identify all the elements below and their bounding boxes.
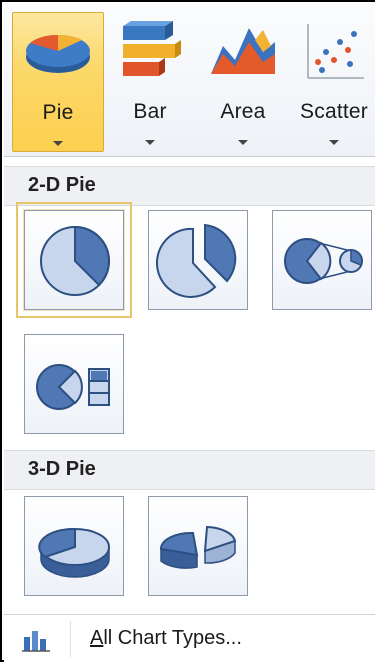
chart-option-pie[interactable] — [16, 202, 132, 318]
chevron-down-icon — [145, 140, 155, 145]
exploded-3d-pie-icon — [159, 525, 237, 569]
scatter-chart-icon — [302, 16, 366, 91]
section-header-3d-pie: 3-D Pie — [4, 450, 375, 490]
scatter-chart-button[interactable]: Scatter — [294, 12, 374, 152]
chart-option-bar-of-pie[interactable] — [24, 334, 124, 434]
chart-type-dropdown: Pie Bar Area Scatter 2-D Pie 3-D Pie All… — [0, 0, 375, 663]
area-chart-button[interactable]: Area — [200, 12, 286, 152]
all-chart-types-icon — [22, 631, 50, 652]
section-title: 3-D Pie — [28, 458, 96, 480]
link-text: ll Chart Types... — [103, 627, 242, 649]
section-header-2d-pie: 2-D Pie — [4, 166, 375, 206]
section-title: 2-D Pie — [28, 174, 96, 196]
chart-option-pie-of-pie[interactable] — [272, 210, 372, 310]
bar-chart-button[interactable]: Bar — [110, 12, 190, 152]
chart-option-exploded-pie[interactable] — [148, 210, 248, 310]
chevron-down-icon — [329, 140, 339, 145]
area-chart-icon — [207, 16, 279, 91]
scatter-label: Scatter — [300, 100, 368, 123]
bar-chart-icon — [115, 16, 185, 91]
pie-icon — [40, 225, 110, 296]
pie-chart-icon — [20, 17, 96, 92]
chart-ribbon: Pie Bar Area Scatter — [4, 4, 375, 157]
all-chart-types-link[interactable]: All Chart Types... — [90, 627, 242, 650]
bar-label: Bar — [133, 100, 167, 123]
chevron-down-icon — [53, 141, 63, 146]
chevron-down-icon — [238, 140, 248, 145]
pie-label: Pie — [42, 101, 74, 124]
3d-pie-icon — [38, 527, 110, 578]
bar-of-pie-icon — [36, 364, 110, 410]
divider — [70, 621, 71, 657]
pie-chart-button[interactable]: Pie — [12, 12, 104, 152]
area-label: Area — [220, 100, 266, 123]
all-chart-types-row[interactable]: All Chart Types... — [4, 614, 375, 663]
chart-option-exploded-3d-pie[interactable] — [148, 496, 248, 596]
exploded-pie-icon — [156, 223, 237, 298]
pie-of-pie-icon — [284, 238, 363, 284]
chart-option-3d-pie[interactable] — [24, 496, 124, 596]
access-key: A — [90, 627, 104, 649]
